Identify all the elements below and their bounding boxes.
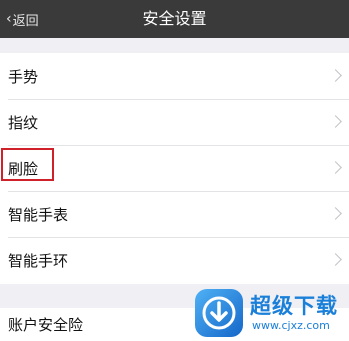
chevron-right-icon [329, 161, 342, 174]
settings-item-fingerprint[interactable]: 指纹 [0, 99, 349, 145]
settings-item-label: 智能手环 [8, 251, 69, 270]
page-title: 安全设置 [142, 9, 207, 28]
chevron-right-icon [329, 69, 342, 82]
settings-item-label: 账户安全险 [8, 316, 84, 334]
chevron-right-icon [329, 253, 342, 266]
watermark: 超级下载 www.cjxz.com [194, 286, 349, 341]
watermark-title: 超级下载 [250, 294, 338, 318]
settings-item-label: 指纹 [8, 113, 39, 132]
chevron-right-icon [329, 115, 342, 128]
download-logo-icon [195, 289, 243, 337]
settings-item-smart-band[interactable]: 智能手环 [0, 237, 349, 283]
watermark-url: www.cjxz.com [252, 319, 330, 332]
settings-item-label: 智能手表 [8, 205, 69, 224]
highlight-annotation-box [1, 148, 54, 181]
settings-item-gesture[interactable]: 手势 [0, 53, 349, 99]
navigation-bar: ‹ 返回 安全设置 [0, 0, 349, 38]
settings-item-smart-watch[interactable]: 智能手表 [0, 191, 349, 237]
chevron-right-icon [329, 207, 342, 220]
settings-item-label: 手势 [8, 67, 39, 86]
